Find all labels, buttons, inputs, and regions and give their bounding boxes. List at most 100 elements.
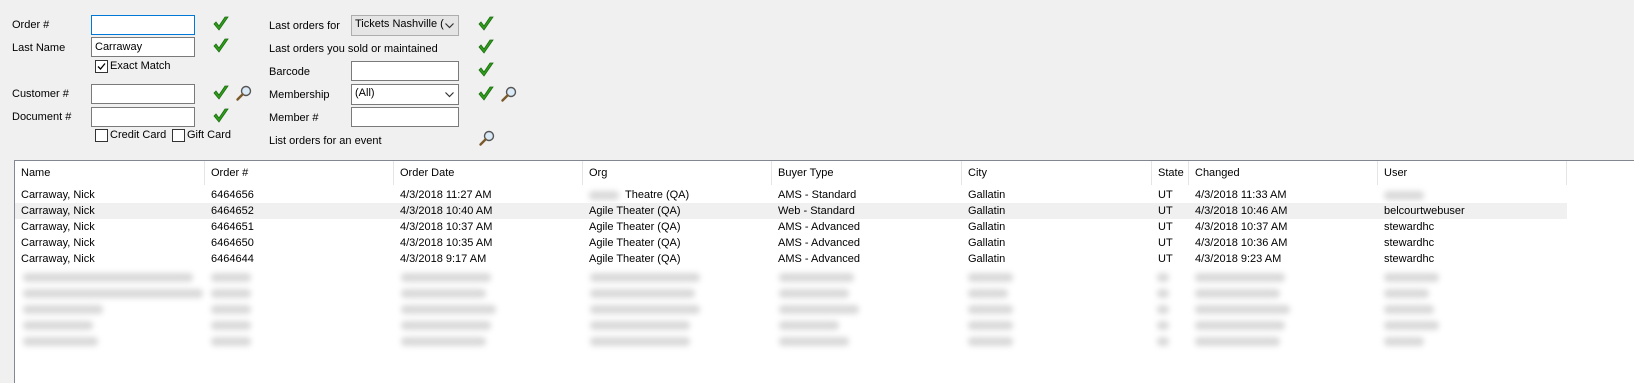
cell-name: Carraway, Nick — [21, 237, 95, 249]
chevron-down-icon — [443, 16, 455, 35]
cell-changed: 4/3/2018 10:37 AM — [1195, 221, 1288, 233]
cell-name: Carraway, Nick — [21, 205, 95, 217]
cell-state: UT — [1158, 221, 1173, 233]
cell-city: Gallatin — [968, 253, 1006, 265]
credit-card-checkbox[interactable] — [95, 129, 108, 142]
cell-city: Gallatin — [968, 189, 1006, 201]
cell-order-number: 6464644 — [211, 253, 254, 265]
cell-order-number: 6464656 — [211, 189, 254, 201]
table-row[interactable]: Carraway, Nick 6464656 4/3/2018 11:27 AM Th… — [15, 187, 1567, 203]
cell-order-number: 6464652 — [211, 205, 254, 217]
table-row[interactable]: Carraway, Nick 6464652 4/3/2018 10:40 AM Ag… — [15, 203, 1567, 219]
column-header-name[interactable]: Name — [15, 161, 205, 185]
column-header-state[interactable]: State — [1152, 161, 1189, 185]
membership-checkmark-icon[interactable] — [477, 85, 495, 103]
gift-card-label: Gift Card — [187, 129, 232, 141]
obscured-org-text — [589, 191, 619, 200]
column-header-buyer-type[interactable]: Buyer Type — [772, 161, 962, 185]
column-header-changed[interactable]: Changed — [1189, 161, 1378, 185]
column-header-order-number[interactable]: Order # — [205, 161, 394, 185]
exact-match-checkbox[interactable] — [95, 60, 108, 73]
cell-city: Gallatin — [968, 237, 1006, 249]
last-orders-sold-checkmark-icon[interactable] — [477, 38, 495, 56]
barcode-checkmark-icon[interactable] — [477, 61, 495, 79]
cell-changed: 4/3/2018 10:46 AM — [1195, 205, 1288, 217]
cell-user: belcourtwebuser — [1384, 205, 1465, 217]
cell-state: UT — [1158, 237, 1173, 249]
document-number-label: Document # — [12, 111, 72, 123]
cell-buyer-type: AMS - Advanced — [778, 237, 860, 249]
cell-user: stewardhc — [1384, 221, 1435, 233]
exact-match-label: Exact Match — [110, 60, 171, 72]
chevron-down-icon — [443, 85, 455, 104]
last-name-input[interactable]: Carraway — [91, 37, 195, 57]
cell-order-date: 4/3/2018 11:27 AM — [400, 189, 492, 201]
document-checkmark-icon[interactable] — [212, 107, 230, 125]
column-header-order-date[interactable]: Order Date — [394, 161, 583, 185]
list-orders-event-label: List orders for an event — [269, 135, 382, 147]
membership-value: (All) — [355, 87, 375, 99]
order-number-label: Order # — [12, 19, 50, 31]
orders-grid[interactable]: Name Order # Order Date Org Buyer Type C… — [14, 160, 1634, 383]
last-orders-for-label: Last orders for — [269, 20, 340, 32]
checkbox-check-icon — [97, 63, 106, 70]
last-orders-for-checkmark-icon[interactable] — [477, 15, 495, 33]
order-search-checkmark-icon[interactable] — [212, 15, 230, 33]
cell-name: Carraway, Nick — [21, 221, 95, 233]
customer-magnifier-icon[interactable] — [235, 84, 253, 102]
cell-org: Agile Theater (QA) — [589, 205, 681, 217]
column-header-user[interactable]: User — [1378, 161, 1567, 185]
cell-city: Gallatin — [968, 221, 1006, 233]
cell-state: UT — [1158, 253, 1173, 265]
cell-user: stewardhc — [1384, 253, 1435, 265]
cell-order-date: 4/3/2018 10:40 AM — [400, 205, 493, 217]
cell-name: Carraway, Nick — [21, 189, 95, 201]
last-orders-for-select[interactable]: Tickets Nashville ( — [351, 15, 459, 36]
table-row[interactable]: Carraway, Nick 6464650 4/3/2018 10:35 AM Ag… — [15, 235, 1567, 251]
customer-number-label: Customer # — [12, 88, 69, 100]
last-name-checkmark-icon[interactable] — [212, 37, 230, 55]
document-number-input[interactable] — [91, 107, 195, 127]
last-name-label: Last Name — [12, 42, 66, 54]
barcode-label: Barcode — [269, 66, 310, 78]
cell-order-date: 4/3/2018 10:35 AM — [400, 237, 493, 249]
cell-buyer-type: Web - Standard — [778, 205, 855, 217]
cell-changed: 4/3/2018 11:33 AM — [1195, 189, 1287, 201]
membership-label: Membership — [269, 89, 330, 101]
table-row[interactable]: Carraway, Nick 6464651 4/3/2018 10:37 AM Ag… — [15, 219, 1567, 235]
cell-org: Agile Theater (QA) — [589, 253, 681, 265]
membership-select[interactable]: (All) — [351, 84, 459, 105]
order-number-input[interactable] — [91, 15, 195, 35]
cell-city: Gallatin — [968, 205, 1006, 217]
grid-header: Name Order # Order Date Org Buyer Type C… — [15, 161, 1634, 186]
cell-order-number: 6464651 — [211, 221, 254, 233]
barcode-input[interactable] — [351, 61, 459, 81]
member-number-input[interactable] — [351, 107, 459, 127]
cell-changed: 4/3/2018 10:36 AM — [1195, 237, 1288, 249]
gift-card-checkbox[interactable] — [172, 129, 185, 142]
cell-order-number: 6464650 — [211, 237, 254, 249]
cell-buyer-type: AMS - Standard — [778, 189, 857, 201]
event-magnifier-icon[interactable] — [478, 129, 496, 147]
column-header-city[interactable]: City — [962, 161, 1152, 185]
customer-number-input[interactable] — [91, 84, 195, 104]
cell-buyer-type: AMS - Advanced — [778, 253, 860, 265]
cell-order-date: 4/3/2018 9:17 AM — [400, 253, 487, 265]
customer-checkmark-icon[interactable] — [212, 84, 230, 102]
table-row[interactable]: Carraway, Nick 6464644 4/3/2018 9:17 AM Agi… — [15, 251, 1567, 267]
cell-user: stewardhc — [1384, 237, 1435, 249]
membership-magnifier-icon[interactable] — [500, 85, 518, 103]
last-orders-sold-label: Last orders you sold or maintained — [269, 43, 438, 55]
column-header-org[interactable]: Org — [583, 161, 772, 185]
cell-state: UT — [1158, 189, 1173, 201]
cell-changed: 4/3/2018 9:23 AM — [1195, 253, 1282, 265]
obscured-rows — [15, 269, 1567, 349]
obscured-user-text — [1384, 191, 1424, 200]
member-number-label: Member # — [269, 112, 319, 124]
last-orders-for-value: Tickets Nashville ( — [355, 18, 444, 30]
cell-state: UT — [1158, 205, 1173, 217]
cell-org: Agile Theater (QA) — [589, 237, 681, 249]
cell-org: Agile Theater (QA) — [589, 221, 681, 233]
cell-order-date: 4/3/2018 10:37 AM — [400, 221, 493, 233]
cell-buyer-type: AMS - Advanced — [778, 221, 860, 233]
